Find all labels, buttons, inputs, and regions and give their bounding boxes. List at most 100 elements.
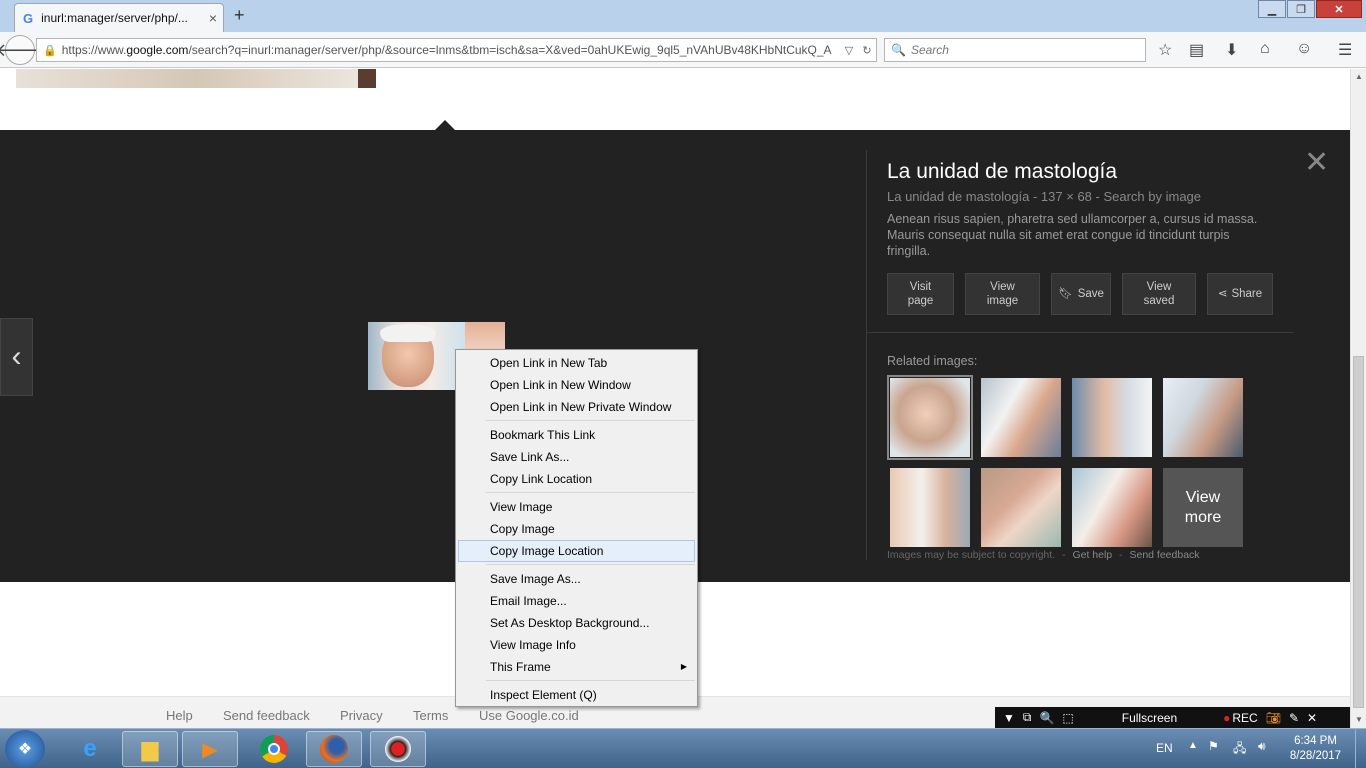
menu-item-open-new-window[interactable]: Open Link in New Window	[456, 374, 697, 396]
bookmark-star-icon[interactable]: ☆	[1158, 40, 1172, 60]
related-image[interactable]	[1163, 378, 1243, 457]
browser-tab[interactable]: G inurl:manager/server/php/... ×	[14, 3, 224, 32]
taskbar-internet-explorer[interactable]: e	[62, 731, 118, 767]
get-help-link[interactable]: Get help	[1072, 549, 1112, 561]
related-image[interactable]	[890, 468, 970, 547]
taskbar-firefox[interactable]	[306, 731, 362, 767]
menu-item-copy-image[interactable]: Copy Image	[456, 518, 697, 540]
footer-terms-link[interactable]: Terms	[413, 708, 448, 723]
maximize-button[interactable]: ❐	[1287, 0, 1315, 18]
new-tab-button[interactable]: +	[234, 5, 245, 26]
back-button[interactable]: 🡐	[0, 35, 44, 65]
scroll-down-icon[interactable]: ▼	[1351, 712, 1366, 728]
menu-item-save-link[interactable]: Save Link As...	[456, 446, 697, 468]
search-bar[interactable]: 🔍 Search	[884, 38, 1146, 62]
footer-use-google-link[interactable]: Use Google.co.id	[479, 708, 579, 723]
menu-icon[interactable]: ☰	[1338, 40, 1352, 60]
taskbar-explorer[interactable]: ▆	[122, 731, 178, 767]
menu-item-view-image-info[interactable]: View Image Info	[456, 634, 697, 656]
related-image[interactable]	[981, 378, 1061, 457]
media-player-icon: ▶	[202, 738, 218, 761]
recorder-toolbar: ▼ ⧉ 🔍 ⬚ Fullscreen ● REC 📷︎ ✎ ✕	[995, 707, 1350, 728]
previous-arrow-icon[interactable]: ‹	[0, 318, 33, 396]
system-clock[interactable]: 6:34 PM 8/28/2017	[1288, 734, 1343, 764]
result-thumbnail[interactable]	[16, 69, 376, 88]
view-saved-button[interactable]: View saved	[1122, 273, 1196, 315]
record-dot-icon: ●	[1223, 710, 1231, 725]
save-button[interactable]: 🔖︎ Save	[1051, 273, 1111, 315]
window-controls: ▁ ❐ ✕	[1257, 0, 1362, 18]
start-button[interactable]: ❖	[5, 730, 45, 768]
menu-item-save-image[interactable]: Save Image As...	[456, 568, 697, 590]
close-window-button[interactable]: ✕	[1316, 0, 1362, 18]
image-title[interactable]: La unidad de mastología	[887, 160, 1287, 184]
reading-list-icon[interactable]: ▤	[1189, 40, 1204, 60]
taskbar-chrome[interactable]	[246, 731, 302, 767]
vertical-scrollbar[interactable]: ▲ ▼	[1350, 69, 1366, 728]
menu-item-bookmark-link[interactable]: Bookmark This Link	[456, 424, 697, 446]
view-more-button[interactable]: View more	[1163, 468, 1243, 547]
smiley-icon[interactable]: ☺	[1296, 40, 1312, 58]
volume-icon[interactable]: 🔊︎	[1258, 739, 1266, 754]
related-image[interactable]	[1072, 378, 1152, 457]
scroll-up-icon[interactable]: ▲	[1351, 69, 1366, 85]
visit-page-button[interactable]: Visit page	[887, 273, 954, 315]
menu-item-view-image[interactable]: View Image	[456, 496, 697, 518]
url-text: https://www.google.com/search?q=inurl:ma…	[61, 43, 832, 57]
image-description: Aenean risus sapien, pharetra sed ullamc…	[887, 212, 1258, 258]
menu-item-email-image[interactable]: Email Image...	[456, 590, 697, 612]
show-desktop-button[interactable]	[1355, 729, 1366, 768]
copyright-line: Images may be subject to copyright. - Ge…	[887, 549, 1200, 561]
collapse-icon[interactable]: ▼	[1003, 711, 1015, 725]
minimize-button[interactable]: ▁	[1258, 0, 1286, 18]
network-icon[interactable]: 🖧	[1233, 739, 1246, 760]
menu-item-open-private-window[interactable]: Open Link in New Private Window	[456, 396, 697, 418]
menu-item-copy-link[interactable]: Copy Link Location	[456, 468, 697, 490]
scroll-thumb[interactable]	[1353, 356, 1364, 708]
menu-item-this-frame[interactable]: This Frame ▶	[456, 656, 697, 678]
send-feedback-link[interactable]: Send feedback	[1129, 549, 1199, 561]
view-image-button[interactable]: View image	[965, 273, 1040, 315]
copyright-text: Images may be subject to copyright.	[887, 549, 1056, 561]
taskbar-recorder[interactable]	[370, 731, 426, 767]
related-image[interactable]	[981, 468, 1061, 547]
language-indicator[interactable]: EN	[1156, 741, 1173, 755]
footer-help-link[interactable]: Help	[166, 708, 193, 723]
home-icon[interactable]: ⌂	[1260, 40, 1270, 58]
taskbar: ❖ e ▆ ▶ EN ▲ ⚑ 🖧 🔊︎ 6:34 PM 8/28/2017	[0, 728, 1366, 768]
share-icon: ⋖	[1217, 288, 1228, 300]
footer-feedback-link[interactable]: Send feedback	[223, 708, 310, 723]
footer-privacy-link[interactable]: Privacy	[340, 708, 383, 723]
camera-icon[interactable]: 📷︎	[1266, 711, 1281, 725]
downloads-icon[interactable]: ⬇	[1225, 40, 1238, 60]
taskbar-media-player[interactable]: ▶	[182, 731, 238, 767]
menu-item-open-new-tab[interactable]: Open Link in New Tab	[456, 352, 697, 374]
menu-item-set-desktop-bg[interactable]: Set As Desktop Background...	[456, 612, 697, 634]
menu-item-copy-image-location[interactable]: Copy Image Location	[458, 540, 695, 562]
lock-icon: 🔒	[43, 44, 57, 57]
tab-close-icon[interactable]: ×	[203, 10, 223, 26]
zoom-icon[interactable]: 🔍	[1039, 711, 1054, 725]
pen-icon[interactable]: ✎	[1289, 711, 1299, 725]
related-image[interactable]	[887, 375, 973, 460]
flag-icon[interactable]: ⚑	[1208, 739, 1219, 753]
share-button[interactable]: ⋖ Share	[1207, 273, 1273, 315]
region-icon[interactable]: ⬚	[1062, 711, 1073, 725]
close-recorder-icon[interactable]: ✕	[1307, 711, 1317, 725]
panel-separator	[866, 332, 1294, 333]
menu-item-inspect-element[interactable]: Inspect Element (Q)	[456, 684, 697, 706]
related-image[interactable]	[1072, 468, 1152, 547]
close-panel-icon[interactable]: ✕	[1304, 148, 1329, 178]
reload-icon[interactable]: ↻	[858, 44, 876, 57]
dropdown-icon[interactable]: ▽	[840, 44, 858, 57]
image-meta: La unidad de mastología - 137 × 68 - Sea…	[887, 189, 1202, 204]
rec-label[interactable]: REC	[1232, 711, 1257, 725]
panel-divider	[866, 150, 867, 560]
context-menu: Open Link in New Tab Open Link in New Wi…	[455, 349, 698, 707]
navigation-toolbar: 🡐 🔒 https://www.google.com/search?q=inur…	[0, 32, 1366, 68]
window-icon[interactable]: ⧉	[1023, 710, 1032, 725]
url-bar[interactable]: 🔒 https://www.google.com/search?q=inurl:…	[36, 38, 877, 62]
fullscreen-label[interactable]: Fullscreen	[1122, 711, 1177, 725]
tray-expand-icon[interactable]: ▲	[1188, 740, 1198, 751]
recorder-icon	[385, 736, 411, 762]
